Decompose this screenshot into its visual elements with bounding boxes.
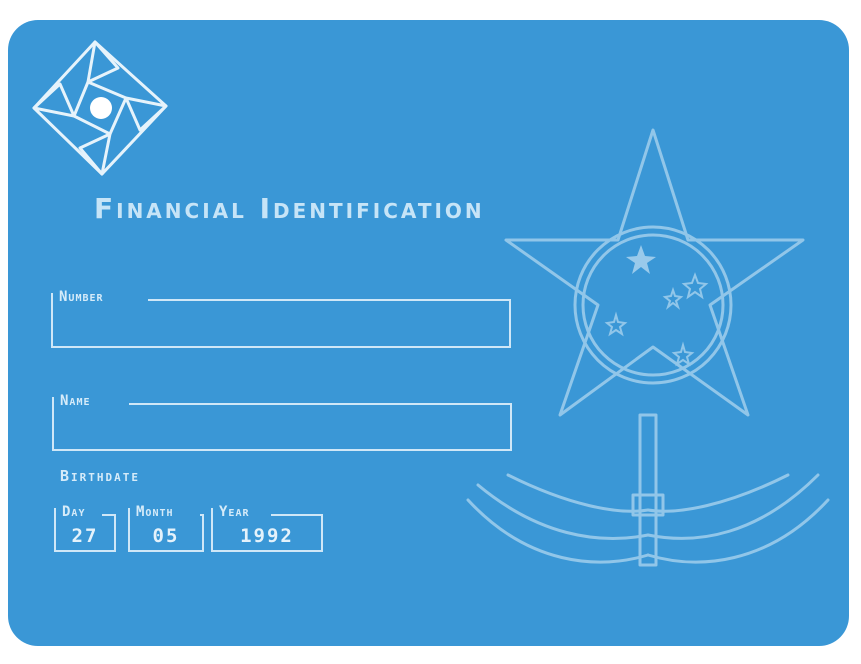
birthdate-label: Birthdate [60, 467, 141, 485]
card-title: Financial Identification [94, 192, 485, 225]
name-label: Name [60, 393, 91, 409]
month-label: Month [136, 504, 174, 520]
field-corner-tick [54, 508, 56, 516]
day-label: Day [62, 504, 86, 520]
month-value: 05 [152, 525, 180, 547]
id-card: Financial Identification Number Name Bir… [8, 20, 849, 646]
number-field[interactable]: Number [51, 290, 511, 348]
star-emblem-icon [466, 128, 830, 567]
name-field[interactable]: Name [52, 394, 512, 451]
field-corner-tick [52, 397, 54, 405]
year-field[interactable]: Year 1992 [211, 505, 323, 552]
number-label: Number [59, 289, 104, 305]
spiral-diamond-logo-icon [32, 40, 168, 176]
day-value: 27 [71, 525, 99, 547]
day-field[interactable]: Day 27 [54, 505, 116, 552]
month-field[interactable]: Month 05 [128, 505, 204, 552]
year-value: 1992 [240, 525, 294, 547]
field-corner-tick [211, 508, 213, 516]
field-corner-tick [51, 293, 53, 301]
year-label: Year [219, 504, 250, 520]
field-corner-tick [128, 508, 130, 516]
